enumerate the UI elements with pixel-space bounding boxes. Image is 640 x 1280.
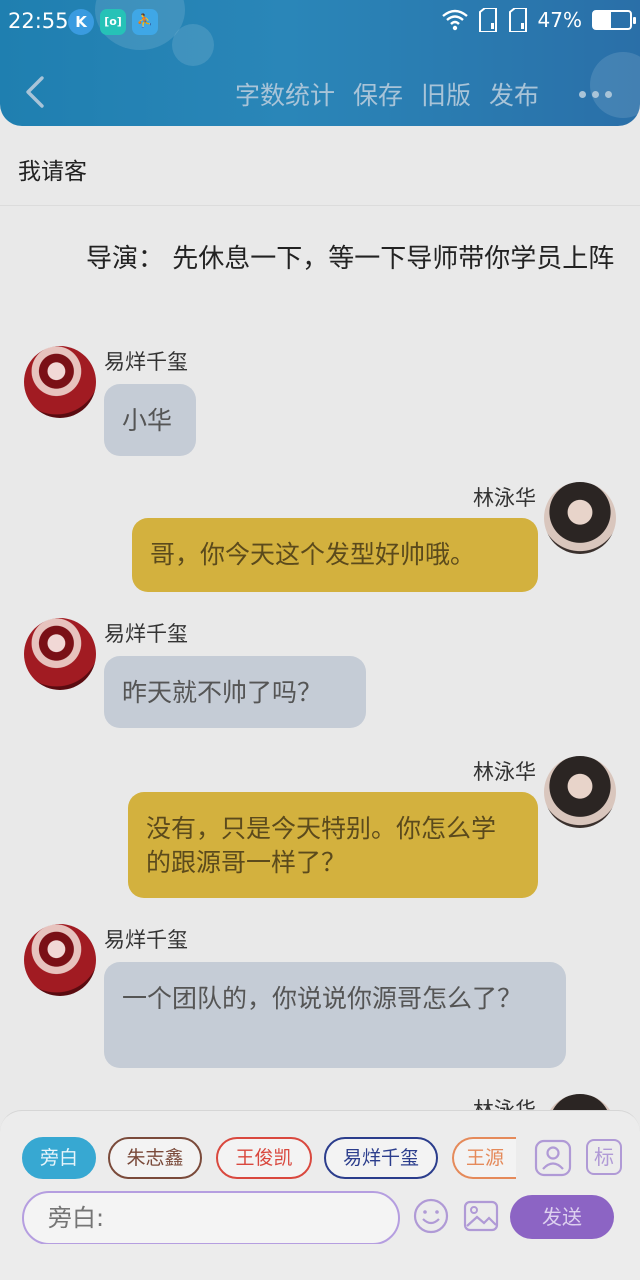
sender-name: 林泳华 (473, 760, 536, 784)
composer-panel: 旁白 朱志鑫 王俊凯 易烊千玺 王源 标 发送 (0, 1110, 640, 1245)
message-bubble[interactable]: 昨天就不帅了吗？ (104, 656, 366, 728)
app-k-icon: K (68, 9, 94, 35)
publish-button[interactable]: 发布 (489, 76, 539, 112)
emoji-icon[interactable] (412, 1197, 450, 1235)
avatar[interactable] (24, 618, 96, 690)
role-chip[interactable]: 易烊千玺 (324, 1137, 438, 1179)
header-actions: 字数统计 保存 旧版 发布 (235, 76, 612, 112)
message-bubble[interactable]: 小华 (104, 384, 196, 456)
add-role-icon[interactable] (534, 1139, 572, 1177)
status-time: 22:55 (8, 9, 69, 33)
narration-text: 导演： 先休息一下，等一下导师带你学员上阵 (86, 244, 615, 274)
bottom-strip (0, 1244, 640, 1280)
role-chip[interactable]: 朱志鑫 (108, 1137, 202, 1179)
message-bubble[interactable]: 没有，只是今天特别。你怎么学的跟源哥一样了？ (128, 792, 538, 898)
battery-level (594, 12, 611, 28)
message-bubble[interactable]: 一个团队的，你说说你源哥怎么了？ (104, 962, 566, 1068)
role-chip[interactable]: 王源 (452, 1137, 516, 1179)
old-version-button[interactable]: 旧版 (421, 76, 471, 112)
role-chip-narrator[interactable]: 旁白 (22, 1137, 96, 1179)
more-options-icon[interactable] (579, 90, 612, 98)
avatar[interactable] (544, 482, 616, 554)
message-input[interactable] (22, 1191, 400, 1245)
sender-name: 林泳华 (473, 486, 536, 510)
sender-name: 易烊千玺 (104, 350, 188, 374)
battery-icon (592, 10, 636, 30)
sender-name: 易烊千玺 (104, 928, 188, 952)
document-title[interactable]: 我请客 (18, 152, 87, 186)
avatar[interactable] (24, 346, 96, 418)
avatar[interactable] (544, 756, 616, 828)
status-right: 47% (441, 8, 636, 32)
scanner-app-icon: [o] (100, 9, 126, 35)
message-bubble[interactable]: 哥，你今天这个发型好帅哦。 (132, 518, 538, 592)
sim1-icon (478, 8, 497, 32)
image-icon[interactable] (462, 1197, 500, 1235)
app-header: 22:55 K [o] ⛹ 47% 字数统计 保存 旧版 发布 (0, 0, 640, 126)
avatar[interactable] (24, 924, 96, 996)
mark-button[interactable]: 标 (586, 1139, 622, 1175)
battery-percent: 47% (537, 8, 582, 32)
status-bar: 22:55 K [o] ⛹ 47% (0, 0, 640, 44)
save-button[interactable]: 保存 (353, 76, 403, 112)
role-chip[interactable]: 王俊凯 (216, 1137, 312, 1179)
back-arrow-icon[interactable] (22, 74, 48, 110)
send-button[interactable]: 发送 (510, 1195, 614, 1239)
sim2-icon (508, 8, 527, 32)
sender-name: 易烊千玺 (104, 622, 188, 646)
sports-app-icon: ⛹ (132, 9, 158, 35)
word-count-button[interactable]: 字数统计 (235, 76, 335, 112)
title-bar: 我请客 (0, 126, 640, 206)
wifi-icon (441, 9, 468, 31)
